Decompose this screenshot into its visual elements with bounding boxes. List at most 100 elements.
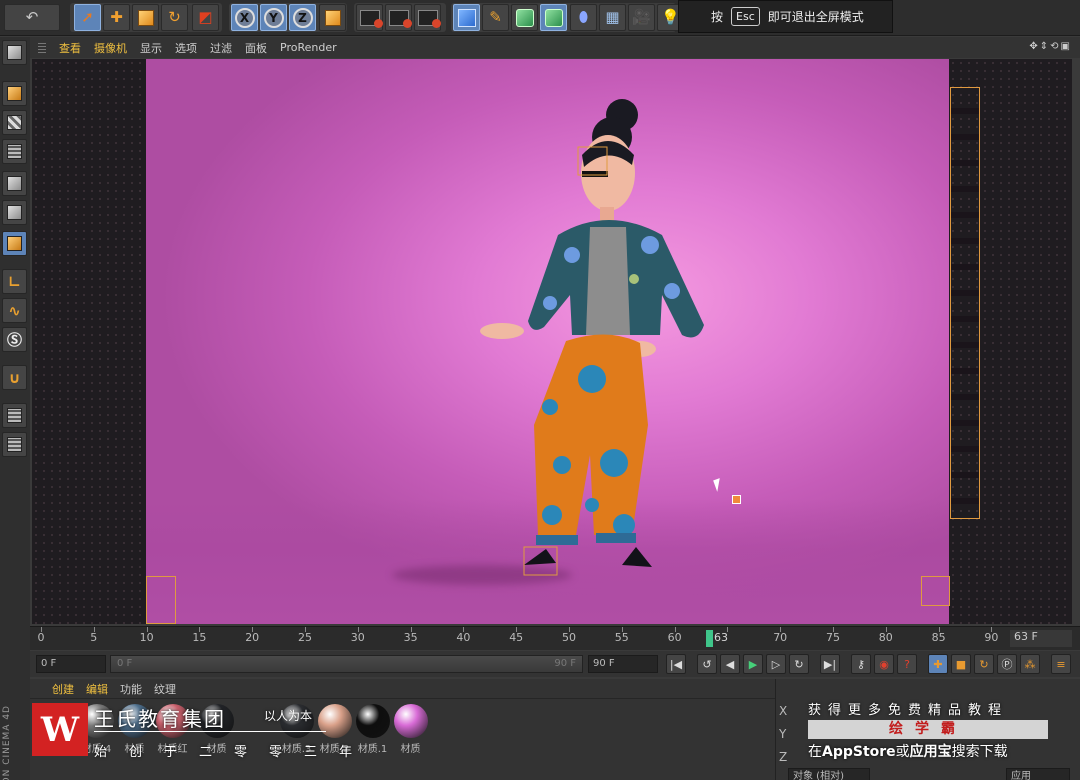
edges-mode-button[interactable] [2,200,27,225]
menu-edit[interactable]: 编辑 [86,681,108,697]
scale-tool-button[interactable] [132,4,159,31]
record-keys-button[interactable]: ⚷ [851,654,871,674]
select-tool-button[interactable]: ➚ [74,4,101,31]
go-to-end-button[interactable]: ▶| [820,654,840,674]
lock-workplane-button[interactable] [2,403,27,428]
menu-function[interactable]: 功能 [120,681,142,697]
menu-camera[interactable]: 摄像机 [94,40,127,56]
snap-button[interactable]: Ⓢ [2,327,27,352]
timeline-tick-label: 0 [37,631,45,644]
key-pla-button[interactable]: ⁂ [1020,654,1040,674]
next-key-button[interactable]: ↻ [789,654,809,674]
camera-icon: 🎥 [632,8,651,26]
render-picture-viewer-button[interactable] [385,4,412,31]
render-view-button[interactable] [356,4,383,31]
3d-viewport[interactable] [32,59,1072,624]
tweak-mode-button[interactable]: ∿ [2,298,27,323]
make-editable-button[interactable] [2,40,27,65]
fullscreen-tip-prefix: 按 [711,10,724,24]
timeline-tick-label: 15 [192,631,207,644]
previous-key-icon: ↺ [702,657,712,671]
coord-mode-select[interactable]: 对象 (相对) [788,768,870,780]
key-icon: ⚷ [856,657,866,671]
y-axis-button[interactable]: Y [260,4,287,31]
floor-button[interactable]: ▦ [599,4,626,31]
magnet-button[interactable]: ∪ [2,365,27,390]
previous-frame-button[interactable]: ◀ [720,654,740,674]
slider-end-label: 90 F [554,658,576,669]
model-mode-icon [7,86,22,101]
polygons-mode-button[interactable] [2,231,27,256]
move-tool-button[interactable]: ✚ [103,4,130,31]
material-swatch[interactable]: 材质 [392,703,429,755]
menu-create[interactable]: 创建 [52,681,74,697]
planar-workplane-button[interactable] [2,432,27,457]
array-icon [544,8,563,27]
previous-key-button[interactable]: ↺ [697,654,717,674]
x-axis-button[interactable]: X [231,4,258,31]
workplane-icon [7,144,22,159]
menu-view[interactable]: 查看 [59,40,81,56]
timeline-ruler[interactable]: 0 5 10 15 20 25 30 35 40 45 50 55 60 70 75 80 85 90 63 63… [30,626,1080,650]
min-frame-field[interactable]: 0 F [36,655,106,673]
timeline-tick-label: 85 [931,631,946,644]
coordinate-system-button[interactable] [319,4,346,31]
current-frame-label: 63 [714,631,728,644]
playhead[interactable] [706,630,713,647]
left-toolbar: ∟ ∿ Ⓢ ∪ MAXON CINEMA 4D [0,37,30,780]
render-settings-button[interactable] [414,4,441,31]
texture-mode-button[interactable] [2,110,27,135]
timeline-tick-label: 90 [984,631,999,644]
workplane-grid-icon [7,437,22,452]
autokey-icon: ◉ [879,657,889,671]
menu-texture[interactable]: 纹理 [154,681,176,697]
points-mode-button[interactable] [2,171,27,196]
axis-mode-button[interactable]: ∟ [2,269,27,294]
texture-mode-icon [7,115,22,130]
current-frame-field[interactable]: 63 F [1010,630,1072,647]
menu-panel[interactable]: 面板 [245,40,267,56]
character-figure[interactable] [472,95,712,585]
x-axis-icon: X [234,7,255,28]
z-axis-button[interactable]: Z [289,4,316,31]
key-position-button[interactable]: ✚ [928,654,948,674]
autokey-button[interactable]: ◉ [874,654,894,674]
key-parameter-button[interactable]: Ⓟ [997,654,1017,674]
grip-icon[interactable] [38,42,46,53]
fullscreen-tip-suffix: 即可退出全屏模式 [767,10,864,24]
key-rotation-button[interactable]: ↻ [974,654,994,674]
pen-button[interactable]: ✎ [482,4,509,31]
subdivision-button[interactable] [511,4,538,31]
max-frame-field[interactable]: 90 F [588,655,658,673]
menu-display[interactable]: 显示 [140,40,162,56]
go-to-start-button[interactable]: |◀ [666,654,686,674]
keyframe-selection-button[interactable]: ? [897,654,917,674]
next-frame-button[interactable]: ▷ [766,654,786,674]
menu-filter[interactable]: 过滤 [210,40,232,56]
array-button[interactable] [540,4,567,31]
camera-button[interactable]: 🎥 [628,4,655,31]
render-settings-icon [417,9,441,28]
rotate-icon: ↻ [168,8,181,26]
play-button[interactable]: ▶ [743,654,763,674]
menu-options[interactable]: 选项 [175,40,197,56]
viewport-controls-icon[interactable]: ✥⇕⟲▣ [1029,41,1072,52]
frame-box-left [146,576,176,624]
menu-prorender[interactable]: ProRender [280,41,337,54]
model-mode-button[interactable] [2,81,27,106]
deformer-button[interactable]: ⬮ [570,4,597,31]
rotate-tool-button[interactable]: ↻ [161,4,188,31]
timeline-menu-button[interactable]: ≡ [1051,654,1071,674]
magnet-icon: ∪ [8,368,21,387]
key-scale-button[interactable]: ■ [951,654,971,674]
undo-button[interactable]: ↶ [4,4,60,31]
ad-appstore: AppStore [822,744,896,760]
timeline-tick-label: 80 [878,631,893,644]
menu-icon: ≡ [1056,657,1066,671]
workplane-mode-button[interactable] [2,139,27,164]
frame-range-slider[interactable]: 0 F 90 F [110,655,583,673]
cube-button[interactable] [453,4,480,31]
question-icon: ? [904,657,910,671]
apply-button[interactable]: 应用 [1006,768,1070,780]
recent-tool-button[interactable]: ◩ [192,4,219,31]
